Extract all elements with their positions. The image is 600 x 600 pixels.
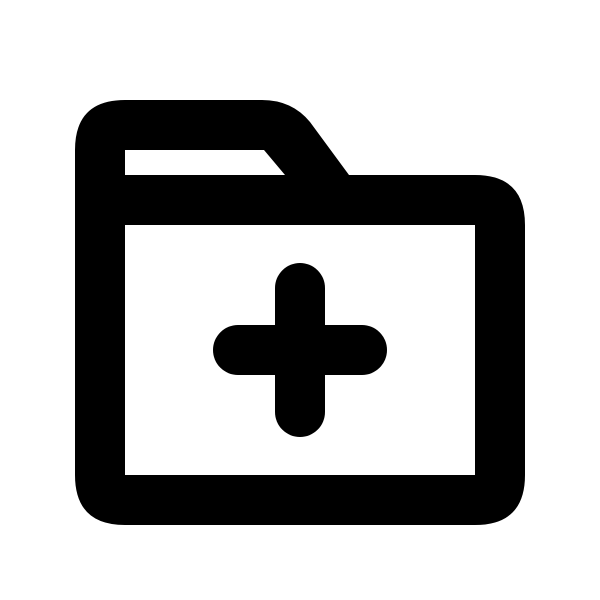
icon-canvas [0, 0, 600, 600]
folder-add-svg [75, 100, 525, 525]
folder-add-icon [0, 0, 600, 600]
